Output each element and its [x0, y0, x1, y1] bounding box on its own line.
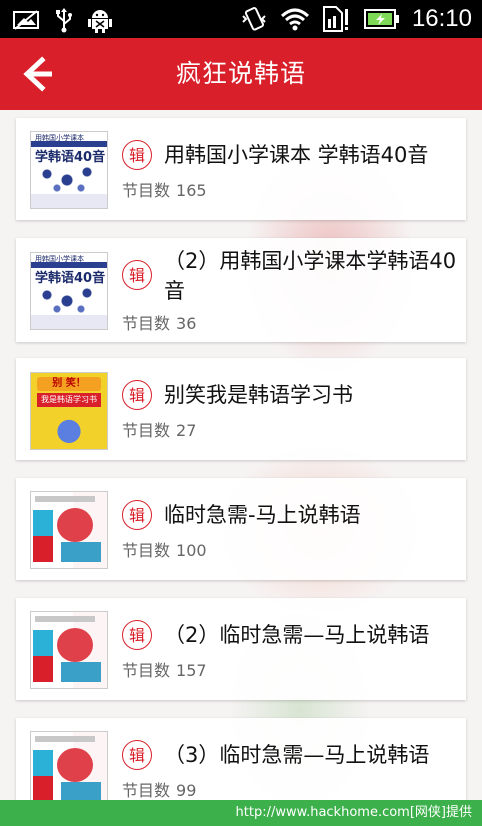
album-badge: 辑 — [122, 260, 152, 290]
cover-art — [33, 750, 53, 800]
vibrate-icon — [240, 6, 268, 32]
cover-text-top: 用韩国小学课本 — [35, 255, 84, 263]
album-title: （2）临时急需—马上说韩语 — [164, 623, 430, 647]
album-cover — [30, 611, 108, 689]
episode-count-value: 165 — [176, 181, 207, 200]
android-debug-icon — [88, 7, 112, 33]
album-badge: 辑 — [122, 740, 152, 770]
episode-count-label: 节目数 — [122, 181, 171, 200]
episode-count: 节目数 165 — [122, 180, 207, 202]
cover-text-main: 学韩语40音 — [35, 271, 106, 286]
episode-count: 节目数 157 — [122, 660, 207, 682]
cover-footer — [31, 315, 107, 329]
episode-count-value: 99 — [176, 781, 197, 800]
wifi-icon — [280, 7, 310, 31]
episode-count-label: 节目数 — [122, 781, 171, 800]
cover-text-top: 别 笑！ — [37, 377, 101, 391]
episode-count-label: 节目数 — [122, 421, 171, 440]
usb-icon — [54, 7, 74, 33]
episode-count: 节目数 36 — [122, 313, 196, 335]
episode-count-label: 节目数 — [122, 541, 171, 560]
list-item[interactable]: 辑 临时急需-马上说韩语 节目数 100 — [16, 478, 466, 580]
episode-count-value: 157 — [176, 661, 207, 680]
cover-text-main: 学韩语40音 — [35, 150, 106, 165]
cover-header — [35, 496, 95, 502]
list-item[interactable]: 用韩国小学课本 学韩语40音 辑 用韩国小学课本 学韩语40音 节目数 165 — [16, 118, 466, 220]
episode-count-value: 36 — [176, 314, 197, 333]
cover-footer — [31, 194, 107, 208]
album-badge: 辑 — [122, 380, 152, 410]
album-cover — [30, 491, 108, 569]
cover-header — [35, 736, 95, 742]
cover-art — [61, 542, 101, 562]
cover-art — [33, 630, 53, 682]
battery-charging-icon — [363, 8, 400, 30]
album-badge: 辑 — [122, 500, 152, 530]
list-item[interactable]: 别 笑！ 我是韩语学习书 辑 别笑我是韩语学习书 节目数 27 — [16, 358, 466, 460]
app-bar: 疯狂说韩语 — [0, 38, 482, 110]
album-cover: 用韩国小学课本 学韩语40音 — [30, 252, 108, 330]
cover-art — [57, 628, 93, 662]
album-title: （3）临时急需—马上说韩语 — [164, 743, 430, 767]
episode-count-value: 100 — [176, 541, 207, 560]
episode-count-value: 27 — [176, 421, 197, 440]
album-title: 用韩国小学课本 学韩语40音 — [164, 143, 429, 167]
list-item[interactable]: 辑 （2）临时急需—马上说韩语 节目数 157 — [16, 598, 466, 700]
album-cover — [30, 731, 108, 800]
gallery-icon — [12, 9, 40, 31]
album-badge: 辑 — [122, 620, 152, 650]
album-title: （2）用韩国小学课本学韩语40音 — [164, 249, 457, 303]
list-item[interactable]: 用韩国小学课本 学韩语40音 辑 （2）用韩国小学课本学韩语40音 节目数 36 — [16, 238, 466, 342]
cover-art — [61, 662, 101, 682]
album-list[interactable]: 用韩国小学课本 学韩语40音 辑 用韩国小学课本 学韩语40音 节目数 165 用… — [0, 110, 482, 800]
album-title: 别笑我是韩语学习书 — [164, 383, 353, 407]
episode-count: 节目数 27 — [122, 420, 196, 442]
cover-art — [37, 166, 99, 192]
cover-art — [37, 411, 101, 445]
album-title: 临时急需-马上说韩语 — [164, 503, 361, 527]
page-title: 疯狂说韩语 — [175, 59, 306, 88]
cover-art — [33, 510, 53, 562]
clock-time: 16:10 — [411, 5, 472, 32]
cover-text-top: 用韩国小学课本 — [35, 134, 84, 142]
cover-art — [57, 508, 93, 542]
episode-count-label: 节目数 — [122, 314, 171, 333]
sim-signal-icon — [322, 5, 352, 33]
list-item[interactable]: 辑 （3）临时急需—马上说韩语 节目数 99 — [16, 718, 466, 800]
album-badge: 辑 — [122, 140, 152, 170]
watermark-bar: http://www.hackhome.com[网侠]提供 — [0, 800, 482, 826]
episode-count: 节目数 100 — [122, 540, 207, 562]
cover-art — [57, 748, 93, 782]
album-cover: 别 笑！ 我是韩语学习书 — [30, 372, 108, 450]
episode-count-label: 节目数 — [122, 661, 171, 680]
episode-count: 节目数 99 — [122, 780, 196, 800]
watermark-text: http://www.hackhome.com[网侠]提供 — [235, 805, 472, 820]
cover-text-main: 我是韩语学习书 — [37, 393, 101, 407]
cover-header — [35, 616, 95, 622]
album-cover: 用韩国小学课本 学韩语40音 — [30, 131, 108, 209]
cover-art — [37, 287, 99, 313]
cover-art — [61, 782, 101, 800]
status-bar: 16:10 — [0, 0, 482, 38]
